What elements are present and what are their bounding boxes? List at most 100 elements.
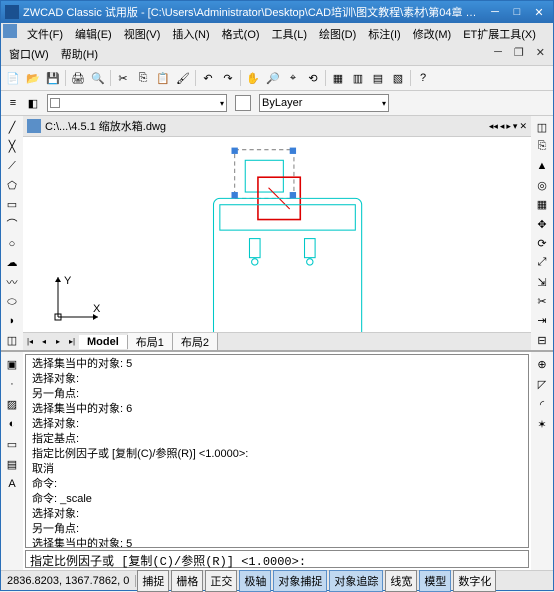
layer-mgr-icon[interactable]: ≡ [4, 94, 22, 112]
status-lwt[interactable]: 线宽 [385, 570, 417, 592]
extend-icon[interactable]: ⇥ [533, 312, 551, 329]
block-icon[interactable]: ▣ [3, 355, 21, 373]
spline-icon[interactable]: 〰 [3, 273, 21, 291]
bylayer-dropdown[interactable]: ByLayer ▾ [259, 94, 389, 112]
tool-pal-icon[interactable]: ▤ [369, 69, 387, 87]
menu-insert[interactable]: 插入(N) [166, 24, 215, 44]
break-icon[interactable]: ⊟ [533, 332, 551, 349]
props-icon[interactable]: ▦ [329, 69, 347, 87]
zoom-win-icon[interactable]: ⌖ [284, 69, 302, 87]
minimize-button[interactable]: ─ [485, 4, 505, 20]
zoom-rt-icon[interactable]: 🔎 [264, 69, 282, 87]
pline-icon[interactable]: ⟋ [3, 157, 21, 174]
dc-icon[interactable]: ▥ [349, 69, 367, 87]
menu-view[interactable]: 视图(V) [118, 24, 167, 44]
color-swatch[interactable] [235, 95, 251, 111]
tab-model[interactable]: Model [79, 335, 128, 349]
command-history[interactable]: 选择集当中的对象: 5 选择对象: 另一角点: 选择集当中的对象: 6 选择对象… [25, 354, 529, 548]
help-icon[interactable]: ? [414, 69, 432, 87]
status-grid[interactable]: 栅格 [171, 570, 203, 592]
text-icon[interactable]: A [3, 475, 21, 493]
tab-layout1[interactable]: 布局1 [128, 333, 173, 351]
join-icon[interactable]: ⊕ [533, 355, 551, 373]
undo-icon[interactable]: ↶ [199, 69, 217, 87]
doc-close[interactable]: ✕ [530, 44, 551, 64]
xline-icon[interactable]: ╳ [3, 138, 21, 155]
copy-icon[interactable]: ⎘ [134, 69, 152, 87]
tab-last-icon[interactable]: ▸| [65, 337, 79, 346]
doc-restore[interactable]: ❐ [508, 44, 530, 64]
cut-icon[interactable]: ✂ [114, 69, 132, 87]
match-icon[interactable]: 🖌 [174, 69, 192, 87]
move-icon[interactable]: ✥ [533, 216, 551, 233]
document-tab-title[interactable]: C:\...\4.5.1 缩放水箱.dwg [45, 118, 166, 134]
status-digit[interactable]: 数字化 [453, 570, 496, 592]
status-ortho[interactable]: 正交 [205, 570, 237, 592]
tab-layout2[interactable]: 布局2 [173, 333, 218, 351]
tab-first-icon[interactable]: |◂ [23, 337, 37, 346]
open-icon[interactable]: 📂 [24, 69, 42, 87]
redo-icon[interactable]: ↷ [219, 69, 237, 87]
zoom-prev-icon[interactable]: ⟲ [304, 69, 322, 87]
menu-modify[interactable]: 修改(M) [407, 24, 458, 44]
menu-dim[interactable]: 标注(I) [362, 24, 406, 44]
stretch-icon[interactable]: ⇲ [533, 274, 551, 291]
rotate-icon[interactable]: ⟳ [533, 235, 551, 252]
point-icon[interactable]: · [3, 375, 21, 393]
new-icon[interactable]: 📄 [4, 69, 22, 87]
menu-draw[interactable]: 绘图(D) [313, 24, 362, 44]
circle-icon[interactable]: ○ [3, 235, 21, 252]
hatch-icon[interactable]: ▨ [3, 395, 21, 413]
doc-minimize[interactable]: ─ [488, 44, 508, 64]
copy2-icon[interactable]: ⎘ [533, 138, 551, 155]
insert-icon[interactable]: ◫ [3, 332, 21, 349]
offset-icon[interactable]: ◎ [533, 177, 551, 194]
status-snap[interactable]: 捕捉 [137, 570, 169, 592]
region-icon[interactable]: ▭ [3, 435, 21, 453]
nav-menu-icon[interactable]: ▾ [513, 121, 518, 132]
revcloud-icon[interactable]: ☁ [3, 254, 21, 271]
erase-icon[interactable]: ◫ [533, 119, 551, 136]
menu-file[interactable]: 文件(F) [21, 24, 69, 44]
mirror-icon[interactable]: ▲ [533, 158, 551, 175]
polygon-icon[interactable]: ⬠ [3, 177, 21, 194]
calc-icon[interactable]: ▧ [389, 69, 407, 87]
status-model[interactable]: 模型 [419, 570, 451, 592]
status-osnap[interactable]: 对象捕捉 [273, 570, 327, 592]
rect-icon[interactable]: ▭ [3, 196, 21, 213]
nav-close-icon[interactable]: ✕ [519, 121, 527, 132]
array-icon[interactable]: ▦ [533, 196, 551, 213]
ellipse-arc-icon[interactable]: ◗ [3, 313, 21, 330]
layer-dropdown[interactable]: ▾ [47, 94, 227, 112]
menu-format[interactable]: 格式(O) [216, 24, 266, 44]
explode-icon[interactable]: ✶ [533, 415, 551, 433]
command-input[interactable]: 指定比例因子或 [复制(C)/参照(R)] <1.0000>: [25, 550, 529, 568]
pan-icon[interactable]: ✋ [244, 69, 262, 87]
paste-icon[interactable]: 📋 [154, 69, 172, 87]
print-icon[interactable]: 🖨 [69, 69, 87, 87]
preview-icon[interactable]: 🔍 [89, 69, 107, 87]
menu-tools[interactable]: 工具(L) [266, 24, 313, 44]
save-icon[interactable]: 💾 [44, 69, 62, 87]
ellipse-icon[interactable]: ⬭ [3, 293, 21, 310]
nav-first-icon[interactable]: ◂◂ [489, 121, 498, 132]
scale-icon[interactable]: ⤢ [533, 254, 551, 271]
trim-icon[interactable]: ✂ [533, 293, 551, 310]
chamfer-icon[interactable]: ◸ [533, 375, 551, 393]
menu-help[interactable]: 帮助(H) [55, 44, 104, 64]
fillet-icon[interactable]: ◜ [533, 395, 551, 413]
menu-et[interactable]: ET扩展工具(X) [457, 24, 542, 44]
close-button[interactable]: ✕ [529, 4, 549, 20]
tab-next-icon[interactable]: ▸ [51, 337, 65, 346]
menu-window[interactable]: 窗口(W) [3, 44, 55, 64]
arc-icon[interactable]: ⌒ [3, 215, 21, 233]
grad-icon[interactable]: ◐ [3, 415, 21, 433]
layer-state-icon[interactable]: ◧ [24, 94, 42, 112]
menu-edit[interactable]: 编辑(E) [69, 24, 118, 44]
drawing-canvas[interactable]: YX [23, 137, 531, 332]
tab-prev-icon[interactable]: ◂ [37, 337, 51, 346]
status-polar[interactable]: 极轴 [239, 570, 271, 592]
line-icon[interactable]: ╱ [3, 119, 21, 136]
table-icon[interactable]: ▤ [3, 455, 21, 473]
status-otrack[interactable]: 对象追踪 [329, 570, 383, 592]
